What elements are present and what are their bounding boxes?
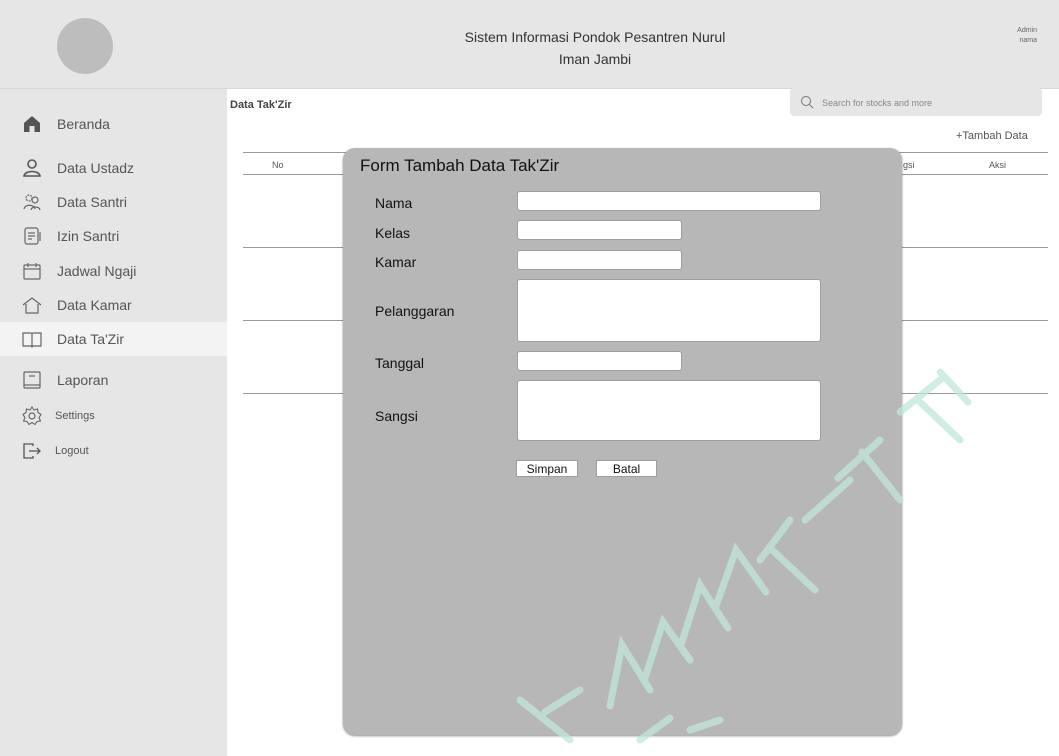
- sangsi-field[interactable]: [517, 380, 821, 441]
- column-header-no: No: [272, 160, 284, 170]
- page-title: Data Tak'Zir: [230, 99, 292, 111]
- sidebar-item-label: Logout: [55, 445, 89, 457]
- sidebar-item-laporan[interactable]: Laporan: [0, 363, 227, 397]
- sidebar-item-izin-santri[interactable]: Izin Santri: [0, 219, 227, 253]
- kelas-label: Kelas: [375, 225, 411, 241]
- nama-label: Nama: [375, 195, 413, 211]
- admin-label: Admin: [1017, 27, 1037, 34]
- pelanggaran-label: Pelanggaran: [375, 303, 455, 319]
- document-icon: [24, 227, 41, 245]
- users-icon: [23, 194, 41, 211]
- app-header: Sistem Informasi Pondok Pesantren Nurul …: [0, 0, 1059, 89]
- modal-title: Form Tambah Data Tak'Zir: [360, 156, 560, 175]
- sidebar-item-label: Settings: [55, 410, 95, 422]
- avatar[interactable]: [57, 18, 113, 74]
- save-button[interactable]: Simpan: [516, 460, 578, 477]
- admin-info[interactable]: Admin nama: [1017, 26, 1037, 46]
- search-bar[interactable]: [790, 88, 1042, 116]
- pelanggaran-field[interactable]: [517, 279, 821, 342]
- sidebar-item-label: Beranda: [57, 116, 110, 132]
- sidebar-item-label: Data Santri: [57, 194, 128, 210]
- app-title-line2: Iman Jambi: [558, 51, 632, 67]
- sidebar-item-label: Data Kamar: [57, 297, 132, 313]
- sidebar-item-settings[interactable]: Settings: [0, 399, 227, 433]
- sidebar-item-label: Laporan: [57, 372, 109, 388]
- gear-icon: [22, 406, 42, 426]
- search-icon: [801, 96, 814, 109]
- home-icon: [24, 116, 40, 132]
- sidebar-item-label: Data Ustadz: [57, 160, 135, 176]
- report-icon: [23, 371, 41, 389]
- book-icon: [22, 332, 42, 348]
- sidebar-item-label: Jadwal Ngaji: [57, 263, 137, 279]
- kelas-field[interactable]: [517, 220, 682, 240]
- sidebar-item-beranda[interactable]: Beranda: [0, 107, 227, 141]
- sidebar-item-label: Data Ta'Zir: [57, 331, 124, 347]
- tanggal-label: Tanggal: [375, 355, 425, 371]
- sidebar-item-label: Izin Santri: [57, 228, 120, 244]
- nama-field[interactable]: [517, 191, 821, 211]
- logout-icon: [23, 443, 41, 459]
- add-tazir-modal: Form Tambah Data Tak'Zir Nama Kelas Kama…: [343, 148, 902, 735]
- calendar-icon: [23, 263, 41, 280]
- column-header-aksi: Aksi: [989, 160, 1007, 170]
- add-data-button[interactable]: +Tambah Data: [956, 130, 1028, 142]
- cancel-button[interactable]: Batal: [596, 460, 657, 477]
- sidebar-item-data-ustadz[interactable]: Data Ustadz: [0, 151, 227, 185]
- app-title-line1: Sistem Informasi Pondok Pesantren Nurul: [464, 29, 726, 45]
- sidebar-item-logout[interactable]: Logout: [0, 434, 227, 468]
- column-header-sangsi: gsi: [903, 160, 915, 170]
- sangsi-label: Sangsi: [375, 408, 418, 424]
- sidebar-item-data-tazir[interactable]: Data Ta'Zir: [0, 322, 227, 356]
- admin-name: nama: [1019, 37, 1037, 44]
- tanggal-field[interactable]: [517, 351, 682, 371]
- kamar-field[interactable]: [517, 250, 682, 270]
- sidebar-item-jadwal-ngaji[interactable]: Jadwal Ngaji: [0, 254, 227, 288]
- sidebar: Beranda Data Ustadz Data Santri Izin San…: [0, 89, 227, 756]
- user-icon: [23, 159, 41, 177]
- kamar-label: Kamar: [375, 254, 417, 270]
- sidebar-item-data-santri[interactable]: Data Santri: [0, 185, 227, 219]
- search-input[interactable]: [820, 93, 1034, 113]
- house-outline-icon: [22, 297, 42, 314]
- sidebar-item-data-kamar[interactable]: Data Kamar: [0, 288, 227, 322]
- app-title: Sistem Informasi Pondok Pesantren Nurul …: [430, 26, 760, 70]
